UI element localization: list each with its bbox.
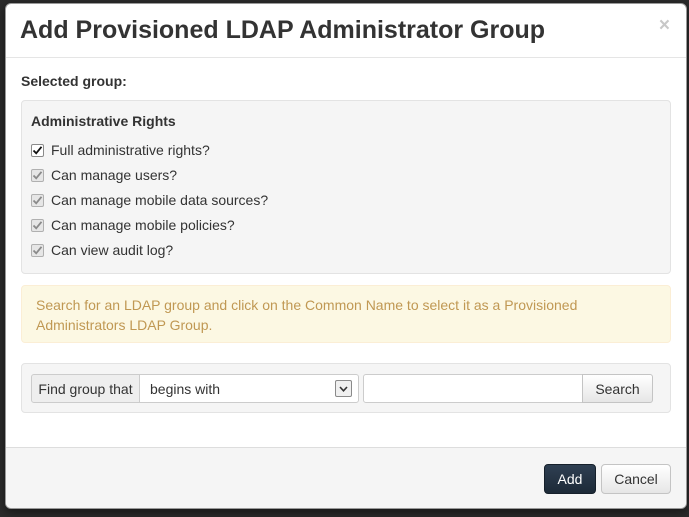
manage-mobile-policies-checkbox-row: Can manage mobile policies? [31, 215, 235, 235]
manage-users-label: Can manage users? [51, 167, 178, 183]
manage-mobile-data-sources-checkbox [31, 193, 44, 207]
manage-mobile-data-sources-label: Can manage mobile data sources? [51, 192, 269, 208]
full-admin-rights-label: Full administrative rights? [51, 142, 210, 158]
manage-mobile-data-sources-checkbox-row: Can manage mobile data sources? [31, 190, 268, 210]
search-button[interactable]: Search [582, 374, 653, 403]
add-button[interactable]: Add [544, 464, 596, 494]
add-ldap-admin-group-dialog: Add Provisioned LDAP Administrator Group… [5, 3, 687, 509]
full-admin-rights-checkbox-row[interactable]: Full administrative rights? [31, 140, 210, 160]
manage-mobile-policies-checkbox [31, 218, 44, 232]
match-mode-select[interactable]: begins with [139, 374, 359, 403]
find-group-that-label: Find group that [31, 374, 140, 403]
chevron-down-icon[interactable] [335, 380, 352, 397]
selected-group-label: Selected group: [21, 73, 127, 89]
administrative-rights-panel: Administrative Rights Full administrativ… [21, 100, 671, 274]
view-audit-log-checkbox-row: Can view audit log? [31, 240, 173, 260]
modal-header: Add Provisioned LDAP Administrator Group… [6, 4, 686, 58]
modal-title: Add Provisioned LDAP Administrator Group [20, 16, 546, 44]
cancel-button[interactable]: Cancel [601, 464, 671, 494]
manage-users-checkbox [31, 168, 44, 182]
view-audit-log-label: Can view audit log? [51, 242, 174, 258]
full-admin-rights-checkbox[interactable] [31, 143, 44, 157]
match-mode-selected-value: begins with [150, 380, 221, 397]
view-audit-log-checkbox [31, 243, 44, 257]
manage-users-checkbox-row: Can manage users? [31, 165, 177, 185]
group-search-input[interactable] [363, 374, 584, 403]
search-instructions-alert: Search for an LDAP group and click on th… [21, 285, 671, 343]
close-icon[interactable]: × [659, 16, 670, 35]
group-search-panel: Find group that begins with Search [21, 363, 671, 413]
modal-footer: Add Cancel [6, 447, 686, 508]
manage-mobile-policies-label: Can manage mobile policies? [51, 217, 235, 233]
administrative-rights-title: Administrative Rights [31, 113, 176, 129]
